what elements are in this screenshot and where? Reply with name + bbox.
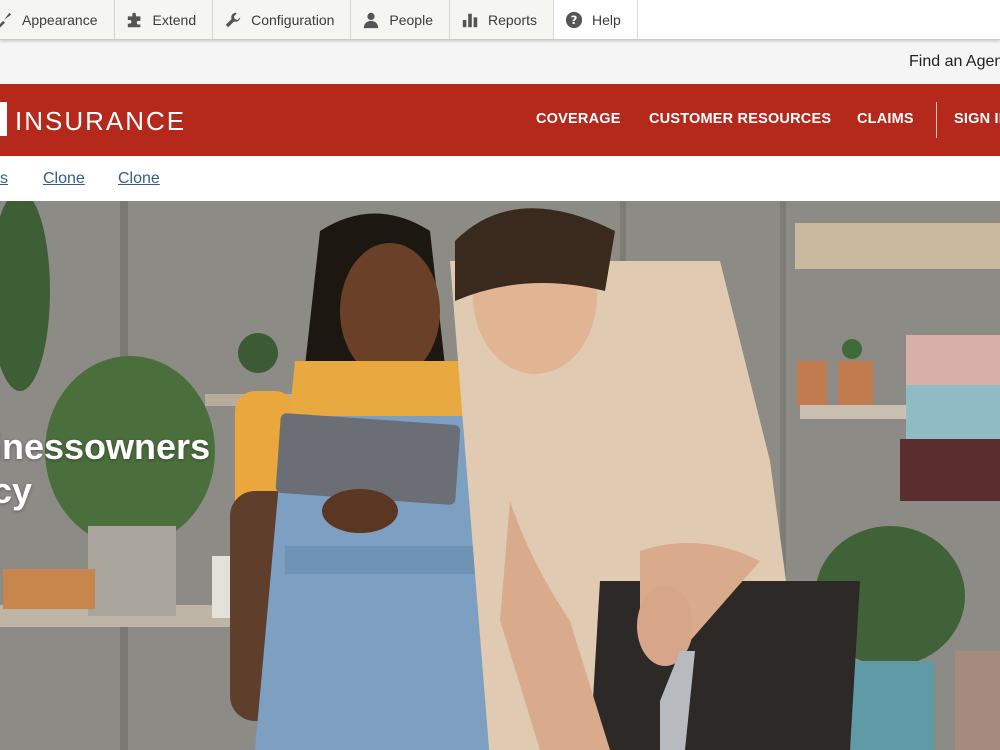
hero-title: inessowners cy (0, 426, 211, 511)
puzzle-icon (125, 10, 145, 30)
nav-coverage[interactable]: COVERAGE (536, 111, 621, 127)
nav-claims[interactable]: CLAIMS (857, 111, 914, 127)
admin-people[interactable]: People (351, 0, 450, 39)
help-circle-icon: ? (564, 10, 584, 30)
admin-reports[interactable]: Reports (449, 0, 555, 39)
admin-toolbar: Appearance Extend Configuration People R… (0, 0, 1000, 40)
logo-mark[interactable] (0, 102, 7, 136)
admin-appearance-label: Appearance (22, 11, 98, 28)
admin-appearance[interactable]: Appearance (0, 0, 115, 39)
admin-people-label: People (389, 11, 433, 28)
find-agent-link[interactable]: Find an Agen (909, 53, 1000, 71)
svg-text:?: ? (571, 13, 578, 27)
admin-reports-label: Reports (487, 11, 538, 28)
admin-configuration-label: Configuration (251, 11, 335, 28)
hero-banner: inessowners cy (0, 201, 1000, 750)
admin-help[interactable]: ? Help (554, 0, 638, 39)
bar-chart-icon (460, 10, 480, 30)
admin-extend-label: Extend (152, 11, 197, 28)
wrench-icon (223, 10, 243, 30)
admin-extend[interactable]: Extend (114, 0, 214, 39)
paintbrush-icon (0, 10, 14, 30)
tab-link-partial[interactable]: s (0, 170, 8, 188)
local-tasks: s Clone Clone (0, 156, 1000, 201)
nav-sign-in[interactable]: SIGN IN (954, 111, 1000, 127)
tab-clone-2[interactable]: Clone (118, 170, 160, 188)
nav-divider (936, 102, 937, 138)
person-icon (361, 10, 381, 30)
tab-clone-1[interactable]: Clone (43, 170, 85, 188)
nav-customer-resources[interactable]: CUSTOMER RESOURCES (649, 111, 831, 127)
admin-help-label: Help (592, 11, 621, 28)
utility-bar: Find an Agen (0, 41, 1000, 84)
brand-name[interactable]: INSURANCE (15, 106, 186, 137)
admin-configuration[interactable]: Configuration (213, 0, 352, 39)
site-header: INSURANCE COVERAGE CUSTOMER RESOURCES CL… (0, 84, 1000, 156)
